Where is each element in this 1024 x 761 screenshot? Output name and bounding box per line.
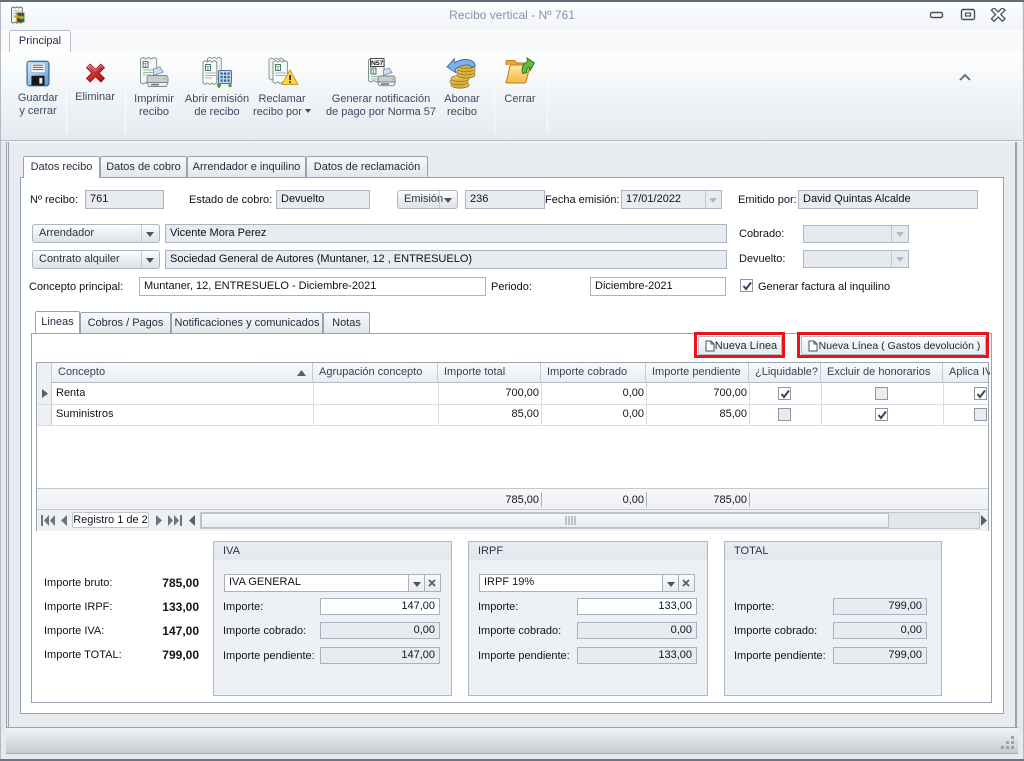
svg-text:N57: N57: [371, 60, 384, 67]
svg-text:T: T: [372, 69, 376, 75]
svg-text:T: T: [144, 63, 148, 69]
svg-text:T: T: [276, 66, 280, 72]
svg-text:T: T: [206, 66, 210, 72]
